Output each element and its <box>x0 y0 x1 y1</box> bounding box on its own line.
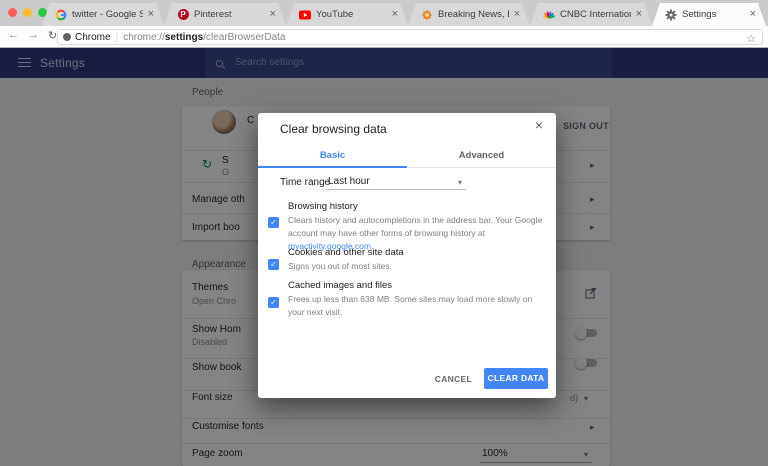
dropdown-caret-icon: ▾ <box>458 178 462 187</box>
tab-advanced[interactable]: Advanced <box>407 143 556 167</box>
pinterest-favicon-icon: P <box>177 9 189 21</box>
tab-title: twitter - Google Search <box>72 9 143 20</box>
browser-window: twitter - Google Search × P Pinterest × … <box>0 0 768 466</box>
chip-separator: | <box>116 32 119 43</box>
close-window-button[interactable] <box>8 8 17 17</box>
dialog-title: Clear browsing data <box>280 122 387 136</box>
time-range-value: Last hour <box>328 176 370 187</box>
news-sunburst-favicon-icon <box>421 9 433 21</box>
desc-text: Clears history and autocompletions in th… <box>288 215 542 238</box>
item-desc: Signs you out of most sites. <box>288 260 550 273</box>
tab-strip: twitter - Google Search × P Pinterest × … <box>0 0 768 26</box>
tab-basic[interactable]: Basic <box>258 143 407 167</box>
tab-close-icon[interactable]: × <box>636 9 642 20</box>
url-path: /clearBrowserData <box>203 32 285 43</box>
tab-cnbc[interactable]: CNBC International – Wor × <box>530 3 652 26</box>
tab-title: Pinterest <box>194 9 265 20</box>
tab-title: CNBC International – Wor <box>560 9 631 20</box>
cookies-item: Cookies and other site data Signs you ou… <box>288 247 550 273</box>
cnbc-peacock-favicon-icon <box>543 9 555 21</box>
tab-title: Settings <box>682 9 745 20</box>
tab-title: YouTube <box>316 9 387 20</box>
cancel-button[interactable]: CANCEL <box>435 374 472 384</box>
minimize-window-button[interactable] <box>23 8 32 17</box>
youtube-favicon-icon <box>299 9 311 21</box>
item-title: Browsing history <box>288 201 550 212</box>
cached-images-item: Cached images and files Frees up less th… <box>288 280 550 319</box>
active-tab-underline <box>258 166 407 168</box>
clear-data-button[interactable]: CLEAR DATA <box>484 368 548 389</box>
url-prefix: chrome:// <box>123 32 165 43</box>
back-icon[interactable]: ← <box>8 29 19 41</box>
bookmark-star-icon[interactable]: ☆ <box>746 34 756 45</box>
site-info-icon[interactable] <box>63 33 71 41</box>
forward-icon[interactable]: → <box>28 29 39 41</box>
browsing-history-item: Browsing history Clears history and auto… <box>288 201 550 253</box>
window-controls <box>8 8 47 17</box>
tab-google-search[interactable]: twitter - Google Search × <box>42 3 164 26</box>
browsing-history-checkbox[interactable]: ✓ <box>268 217 279 228</box>
gear-icon <box>665 9 677 21</box>
time-range-label: Time range <box>280 177 330 188</box>
url-host: settings <box>165 32 203 43</box>
tab-title: Breaking News, Business <box>438 9 509 20</box>
site-chip-label: Chrome <box>75 32 111 43</box>
tab-close-icon[interactable]: × <box>750 9 756 20</box>
item-title: Cached images and files <box>288 280 550 291</box>
address-bar[interactable]: Chrome | chrome:// settings /clearBrowse… <box>57 29 763 45</box>
tab-youtube[interactable]: YouTube × <box>286 3 408 26</box>
cookies-checkbox[interactable]: ✓ <box>268 259 279 270</box>
browser-toolbar: ← → ↻ Chrome | chrome:// settings /clear… <box>0 26 768 48</box>
tab-settings[interactable]: Settings × <box>652 3 766 26</box>
item-desc: Frees up less than 638 MB. Some sites ma… <box>288 293 550 319</box>
tab-close-icon[interactable]: × <box>392 9 398 20</box>
dialog-tabs: Basic Advanced <box>258 143 556 168</box>
tab-breaking-news[interactable]: Breaking News, Business × <box>408 3 530 26</box>
tab-close-icon[interactable]: × <box>514 9 520 20</box>
google-favicon-icon <box>55 9 67 21</box>
item-title: Cookies and other site data <box>288 247 550 258</box>
clear-browsing-data-dialog: Clear browsing data × Basic Advanced Tim… <box>258 113 556 398</box>
reload-icon[interactable]: ↻ <box>48 29 57 42</box>
tab-pinterest[interactable]: P Pinterest × <box>164 3 286 26</box>
tab-close-icon[interactable]: × <box>148 9 154 20</box>
time-range-select[interactable]: Last hour ▾ <box>326 173 466 190</box>
cached-images-checkbox[interactable]: ✓ <box>268 297 279 308</box>
close-icon[interactable]: × <box>535 118 543 132</box>
tab-close-icon[interactable]: × <box>270 9 276 20</box>
